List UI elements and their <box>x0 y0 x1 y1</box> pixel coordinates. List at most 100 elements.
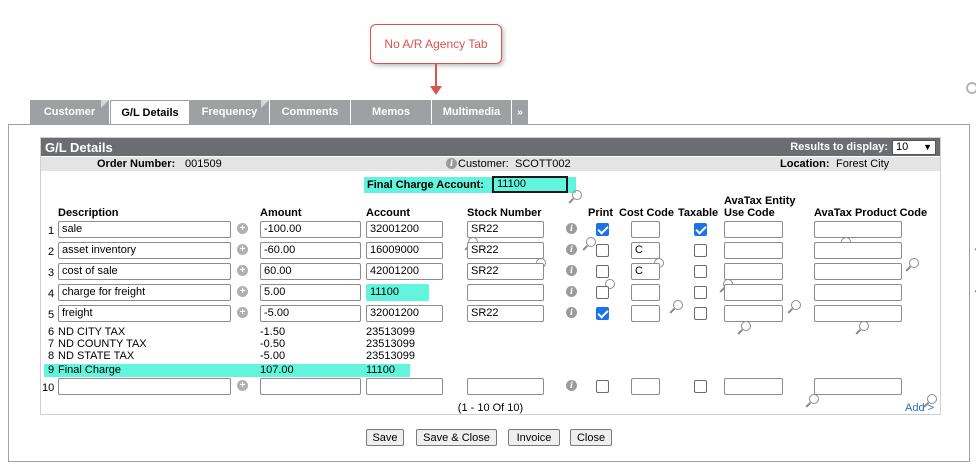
amount-input[interactable]: -100.00 <box>260 221 361 238</box>
amount-input[interactable] <box>260 378 361 395</box>
tab-gl-details[interactable]: G/L Details <box>110 100 190 125</box>
customer-value: SCOTT002 <box>515 158 571 170</box>
help-icon[interactable] <box>966 82 976 94</box>
cost-code-input[interactable] <box>631 305 660 322</box>
chevron-double-right-icon: » <box>517 106 523 118</box>
cost-code-input[interactable]: C <box>631 242 660 259</box>
stock-info-icon[interactable]: i <box>566 223 577 234</box>
account-input[interactable]: 32001200 <box>366 221 443 238</box>
col-description: Description <box>58 207 119 219</box>
taxable-checkbox[interactable] <box>694 286 707 299</box>
final-charge-account-label: Final Charge Account: <box>367 179 484 191</box>
tab-multimedia[interactable]: Multimedia <box>432 100 512 124</box>
product-code-input[interactable] <box>814 263 902 280</box>
stock-number-input[interactable] <box>467 378 544 395</box>
stock-number-input[interactable]: SR22 <box>467 263 544 280</box>
entity-use-code-input[interactable] <box>724 263 783 280</box>
description-input[interactable]: asset inventory <box>58 242 231 259</box>
cost-code-input[interactable] <box>631 221 660 238</box>
print-checkbox[interactable] <box>596 380 609 393</box>
print-checkbox[interactable] <box>596 307 609 320</box>
account-input[interactable]: 11100 <box>366 284 429 301</box>
tab-customer[interactable]: Customer <box>30 100 110 124</box>
save-close-button[interactable]: Save & Close <box>416 429 497 446</box>
save-button[interactable]: Save <box>366 429 404 446</box>
account-input[interactable] <box>366 378 443 395</box>
order-info-row: Order Number: 001509 i Customer: SCOTT00… <box>41 157 940 171</box>
chevron-down-icon: ▼ <box>923 142 932 152</box>
description-input[interactable] <box>58 378 231 395</box>
amount-input[interactable]: 60.00 <box>260 263 361 280</box>
print-checkbox[interactable] <box>596 265 609 278</box>
cost-code-input[interactable] <box>631 378 660 395</box>
taxable-checkbox[interactable] <box>694 380 707 393</box>
tab-frequency[interactable]: Frequency <box>190 100 270 124</box>
cost-code-input[interactable]: C <box>631 263 660 280</box>
stock-info-icon[interactable]: i <box>566 286 577 297</box>
close-button[interactable]: Close <box>570 429 612 446</box>
tab-comments[interactable]: Comments <box>270 100 351 124</box>
taxable-checkbox[interactable] <box>694 307 707 320</box>
stock-number-input[interactable]: SR22 <box>467 221 544 238</box>
taxable-checkbox[interactable] <box>694 223 707 236</box>
cost-code-input[interactable] <box>631 284 660 301</box>
add-detail-icon[interactable]: + <box>237 244 248 255</box>
product-code-input[interactable] <box>814 242 902 259</box>
row-number: 10 <box>42 382 55 394</box>
stock-lookup-icon[interactable] <box>855 321 870 335</box>
account-input[interactable]: 16009000 <box>366 242 443 259</box>
add-detail-icon[interactable]: + <box>237 286 248 297</box>
add-detail-icon[interactable]: + <box>237 380 248 391</box>
product-code-input[interactable] <box>814 221 902 238</box>
stock-info-icon[interactable]: i <box>566 380 577 391</box>
amount-input[interactable]: -60.00 <box>260 242 361 259</box>
account-input[interactable]: 32001200 <box>366 305 443 322</box>
final-charge-account-input[interactable]: 11100 <box>492 176 568 193</box>
print-checkbox[interactable] <box>596 244 609 257</box>
amount-input[interactable]: -5.00 <box>260 305 361 322</box>
description-input[interactable]: sale <box>58 221 231 238</box>
stock-number-input[interactable]: SR22 <box>467 305 544 322</box>
entity-use-code-input[interactable] <box>724 242 783 259</box>
account-input[interactable]: 42001200 <box>366 263 443 280</box>
add-detail-icon[interactable]: + <box>237 265 248 276</box>
taxable-checkbox[interactable] <box>694 244 707 257</box>
invoice-button[interactable]: Invoice <box>508 429 560 446</box>
tax-amount: -1.50 <box>260 326 286 338</box>
info-icon: i <box>446 158 457 169</box>
stock-lookup-icon[interactable] <box>582 237 597 251</box>
add-detail-icon[interactable]: + <box>237 223 248 234</box>
product-code-input[interactable] <box>814 305 902 322</box>
description-input[interactable]: cost of sale <box>58 263 231 280</box>
stock-number-input[interactable] <box>467 284 544 301</box>
print-checkbox[interactable] <box>596 223 609 236</box>
description-input[interactable]: freight <box>58 305 231 322</box>
product-code-input[interactable] <box>814 284 902 301</box>
tab-memos[interactable]: Memos <box>351 100 432 124</box>
results-select[interactable]: 10 ▼ <box>892 139 936 155</box>
stock-number-input[interactable]: SR22 <box>467 242 544 259</box>
add-detail-icon[interactable]: + <box>237 307 248 318</box>
tax-description: ND CITY TAX <box>58 326 126 338</box>
entity-use-code-input[interactable] <box>724 284 783 301</box>
entity-use-code-input[interactable] <box>724 305 783 322</box>
account-lookup-icon[interactable] <box>669 300 683 314</box>
stock-info-icon[interactable]: i <box>566 265 577 276</box>
amount-input[interactable]: 5.00 <box>260 284 361 301</box>
col-cost-code: Cost Code <box>619 207 674 219</box>
product-code-input[interactable] <box>814 378 902 395</box>
entity-lookup-icon[interactable] <box>905 258 920 272</box>
add-link[interactable]: Add > <box>905 402 934 414</box>
print-checkbox[interactable] <box>596 286 609 299</box>
tab-more-button[interactable]: » <box>512 100 528 124</box>
entity-use-code-input[interactable] <box>724 221 783 238</box>
description-input[interactable]: charge for freight <box>58 284 231 301</box>
callout-arrow-line <box>435 64 437 88</box>
account-lookup-icon[interactable] <box>737 321 752 335</box>
final-charge-account-lookup-icon[interactable] <box>568 190 582 204</box>
stock-info-icon[interactable]: i <box>566 307 577 318</box>
stock-info-icon[interactable]: i <box>566 244 577 255</box>
stock-lookup-icon[interactable] <box>787 300 801 314</box>
taxable-checkbox[interactable] <box>694 265 707 278</box>
entity-use-code-input[interactable] <box>724 378 783 395</box>
